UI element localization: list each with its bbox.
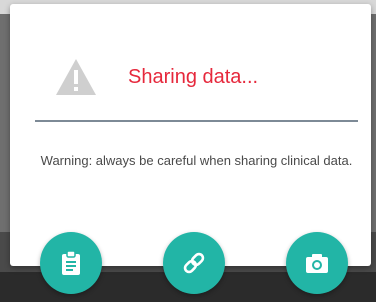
dialog-header: Sharing data...	[10, 54, 371, 102]
link-icon	[183, 252, 205, 274]
clipboard-icon	[62, 250, 80, 275]
sharing-dialog: Sharing data... Warning: always be caref…	[10, 4, 371, 266]
camera-button[interactable]	[286, 232, 348, 294]
dialog-divider	[35, 120, 358, 122]
dialog-message: Warning: always be careful when sharing …	[40, 153, 353, 168]
clipboard-button[interactable]	[40, 232, 102, 294]
dialog-title: Sharing data...	[128, 66, 259, 88]
camera-icon	[306, 254, 328, 273]
link-button[interactable]	[163, 232, 225, 294]
warning-icon	[56, 59, 96, 95]
